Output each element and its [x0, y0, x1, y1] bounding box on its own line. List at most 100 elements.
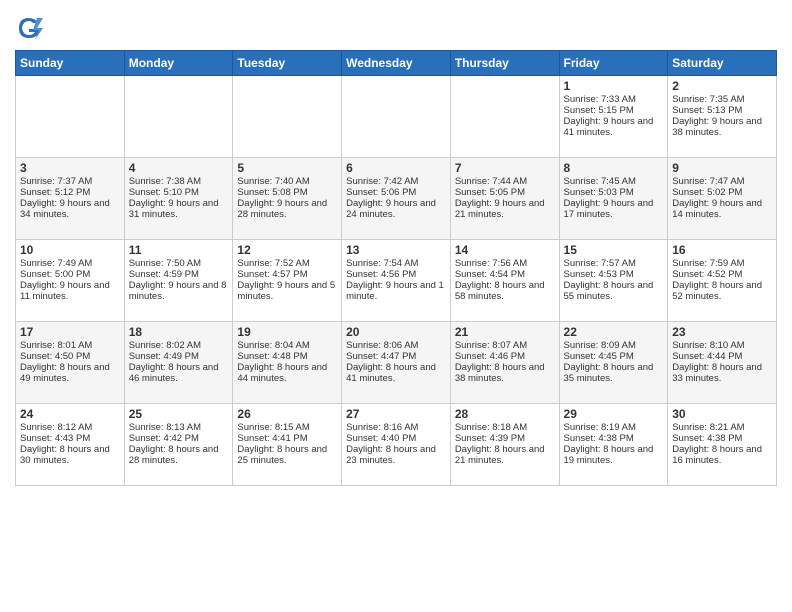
calendar-cell: 13Sunrise: 7:54 AMSunset: 4:56 PMDayligh…: [342, 240, 451, 322]
calendar-cell: 19Sunrise: 8:04 AMSunset: 4:48 PMDayligh…: [233, 322, 342, 404]
week-row-2: 3Sunrise: 7:37 AMSunset: 5:12 PM Daylight…: [16, 158, 777, 240]
day-info: Daylight: 8 hours and 55 minutes.: [564, 280, 664, 302]
day-info: Sunset: 4:41 PM: [237, 433, 337, 444]
calendar-cell: [233, 76, 342, 158]
week-row-3: 10Sunrise: 7:49 AMSunset: 5:00 PMDayligh…: [16, 240, 777, 322]
day-number: 25: [129, 407, 229, 421]
calendar-cell: 18Sunrise: 8:02 AMSunset: 4:49 PMDayligh…: [124, 322, 233, 404]
day-info: Daylight: 9 hours and 28 minutes.: [237, 198, 337, 220]
calendar-cell: 23Sunrise: 8:10 AMSunset: 4:44 PMDayligh…: [668, 322, 777, 404]
day-info: Sunset: 4:54 PM: [455, 269, 555, 280]
calendar-cell: 4Sunrise: 7:38 AMSunset: 5:10 PMDaylight…: [124, 158, 233, 240]
day-number: 17: [20, 325, 120, 339]
calendar-cell: 24Sunrise: 8:12 AMSunset: 4:43 PMDayligh…: [16, 404, 125, 486]
day-number: 16: [672, 243, 772, 257]
day-info: Sunset: 4:59 PM: [129, 269, 229, 280]
day-number: 3: [20, 161, 120, 175]
day-info: Sunrise: 8:16 AM: [346, 422, 446, 433]
day-info: Sunset: 5:13 PM: [672, 105, 772, 116]
day-info: Sunset: 4:44 PM: [672, 351, 772, 362]
day-number: 8: [564, 161, 664, 175]
day-info: Sunset: 5:00 PM: [20, 269, 120, 280]
day-number: 6: [346, 161, 446, 175]
day-info: Daylight: 9 hours and 8 minutes.: [129, 280, 229, 302]
day-info: Sunrise: 7:47 AM: [672, 176, 772, 187]
page: SundayMondayTuesdayWednesdayThursdayFrid…: [0, 0, 792, 612]
calendar-cell: 6Sunrise: 7:42 AMSunset: 5:06 PMDaylight…: [342, 158, 451, 240]
calendar-cell: 1Sunrise: 7:33 AMSunset: 5:15 PMDaylight…: [559, 76, 668, 158]
day-info: Sunrise: 7:44 AM: [455, 176, 555, 187]
day-info: Sunset: 4:38 PM: [672, 433, 772, 444]
day-info: Sunset: 4:45 PM: [564, 351, 664, 362]
weekday-header-monday: Monday: [124, 51, 233, 76]
day-info: Daylight: 8 hours and 38 minutes.: [455, 362, 555, 384]
day-info: Daylight: 9 hours and 41 minutes.: [564, 116, 664, 138]
weekday-header-saturday: Saturday: [668, 51, 777, 76]
week-row-4: 17Sunrise: 8:01 AMSunset: 4:50 PMDayligh…: [16, 322, 777, 404]
day-info: Sunset: 4:53 PM: [564, 269, 664, 280]
day-info: Sunrise: 8:13 AM: [129, 422, 229, 433]
day-info: Sunrise: 8:15 AM: [237, 422, 337, 433]
day-info: Sunrise: 7:50 AM: [129, 258, 229, 269]
day-info: Daylight: 8 hours and 33 minutes.: [672, 362, 772, 384]
day-info: Daylight: 8 hours and 19 minutes.: [564, 444, 664, 466]
day-info: Sunset: 4:48 PM: [237, 351, 337, 362]
day-info: Sunset: 4:57 PM: [237, 269, 337, 280]
day-info: Sunrise: 7:49 AM: [20, 258, 120, 269]
day-info: Sunrise: 8:02 AM: [129, 340, 229, 351]
calendar-cell: 20Sunrise: 8:06 AMSunset: 4:47 PMDayligh…: [342, 322, 451, 404]
day-info: Daylight: 8 hours and 41 minutes.: [346, 362, 446, 384]
day-info: Sunset: 5:08 PM: [237, 187, 337, 198]
day-number: 24: [20, 407, 120, 421]
day-info: Daylight: 8 hours and 16 minutes.: [672, 444, 772, 466]
day-info: Sunrise: 7:42 AM: [346, 176, 446, 187]
calendar-cell: 12Sunrise: 7:52 AMSunset: 4:57 PMDayligh…: [233, 240, 342, 322]
calendar-cell: 9Sunrise: 7:47 AMSunset: 5:02 PMDaylight…: [668, 158, 777, 240]
day-info: Sunset: 5:12 PM: [20, 187, 120, 198]
calendar-cell: 21Sunrise: 8:07 AMSunset: 4:46 PMDayligh…: [450, 322, 559, 404]
day-number: 11: [129, 243, 229, 257]
weekday-header-sunday: Sunday: [16, 51, 125, 76]
day-info: Daylight: 9 hours and 1 minute.: [346, 280, 446, 302]
calendar-cell: 5Sunrise: 7:40 AMSunset: 5:08 PMDaylight…: [233, 158, 342, 240]
day-info: Sunset: 4:42 PM: [129, 433, 229, 444]
day-number: 1: [564, 79, 664, 93]
day-info: Sunrise: 8:07 AM: [455, 340, 555, 351]
day-info: Sunset: 5:15 PM: [564, 105, 664, 116]
day-info: Sunrise: 8:19 AM: [564, 422, 664, 433]
calendar-cell: 25Sunrise: 8:13 AMSunset: 4:42 PMDayligh…: [124, 404, 233, 486]
day-number: 14: [455, 243, 555, 257]
week-row-5: 24Sunrise: 8:12 AMSunset: 4:43 PMDayligh…: [16, 404, 777, 486]
day-number: 7: [455, 161, 555, 175]
day-info: Sunrise: 7:33 AM: [564, 94, 664, 105]
calendar-cell: 2Sunrise: 7:35 AMSunset: 5:13 PMDaylight…: [668, 76, 777, 158]
calendar-cell: 3Sunrise: 7:37 AMSunset: 5:12 PMDaylight…: [16, 158, 125, 240]
calendar-cell: [124, 76, 233, 158]
day-info: Sunset: 5:05 PM: [455, 187, 555, 198]
day-info: Sunrise: 8:12 AM: [20, 422, 120, 433]
calendar-cell: 17Sunrise: 8:01 AMSunset: 4:50 PMDayligh…: [16, 322, 125, 404]
week-row-1: 1Sunrise: 7:33 AMSunset: 5:15 PMDaylight…: [16, 76, 777, 158]
day-number: 30: [672, 407, 772, 421]
weekday-header-row: SundayMondayTuesdayWednesdayThursdayFrid…: [16, 51, 777, 76]
day-number: 29: [564, 407, 664, 421]
day-info: Sunrise: 7:35 AM: [672, 94, 772, 105]
calendar: SundayMondayTuesdayWednesdayThursdayFrid…: [15, 50, 777, 486]
day-info: Sunset: 4:46 PM: [455, 351, 555, 362]
day-number: 5: [237, 161, 337, 175]
day-number: 18: [129, 325, 229, 339]
day-info: Sunrise: 7:37 AM: [20, 176, 120, 187]
day-info: Daylight: 8 hours and 58 minutes.: [455, 280, 555, 302]
day-info: Sunset: 4:38 PM: [564, 433, 664, 444]
day-info: Sunrise: 7:40 AM: [237, 176, 337, 187]
day-number: 26: [237, 407, 337, 421]
day-info: Sunrise: 7:57 AM: [564, 258, 664, 269]
day-info: Sunset: 4:43 PM: [20, 433, 120, 444]
day-info: Daylight: 9 hours and 24 minutes.: [346, 198, 446, 220]
day-info: Sunrise: 7:54 AM: [346, 258, 446, 269]
weekday-header-tuesday: Tuesday: [233, 51, 342, 76]
day-info: Sunrise: 7:59 AM: [672, 258, 772, 269]
day-info: Daylight: 8 hours and 30 minutes.: [20, 444, 120, 466]
day-number: 15: [564, 243, 664, 257]
calendar-cell: 26Sunrise: 8:15 AMSunset: 4:41 PMDayligh…: [233, 404, 342, 486]
